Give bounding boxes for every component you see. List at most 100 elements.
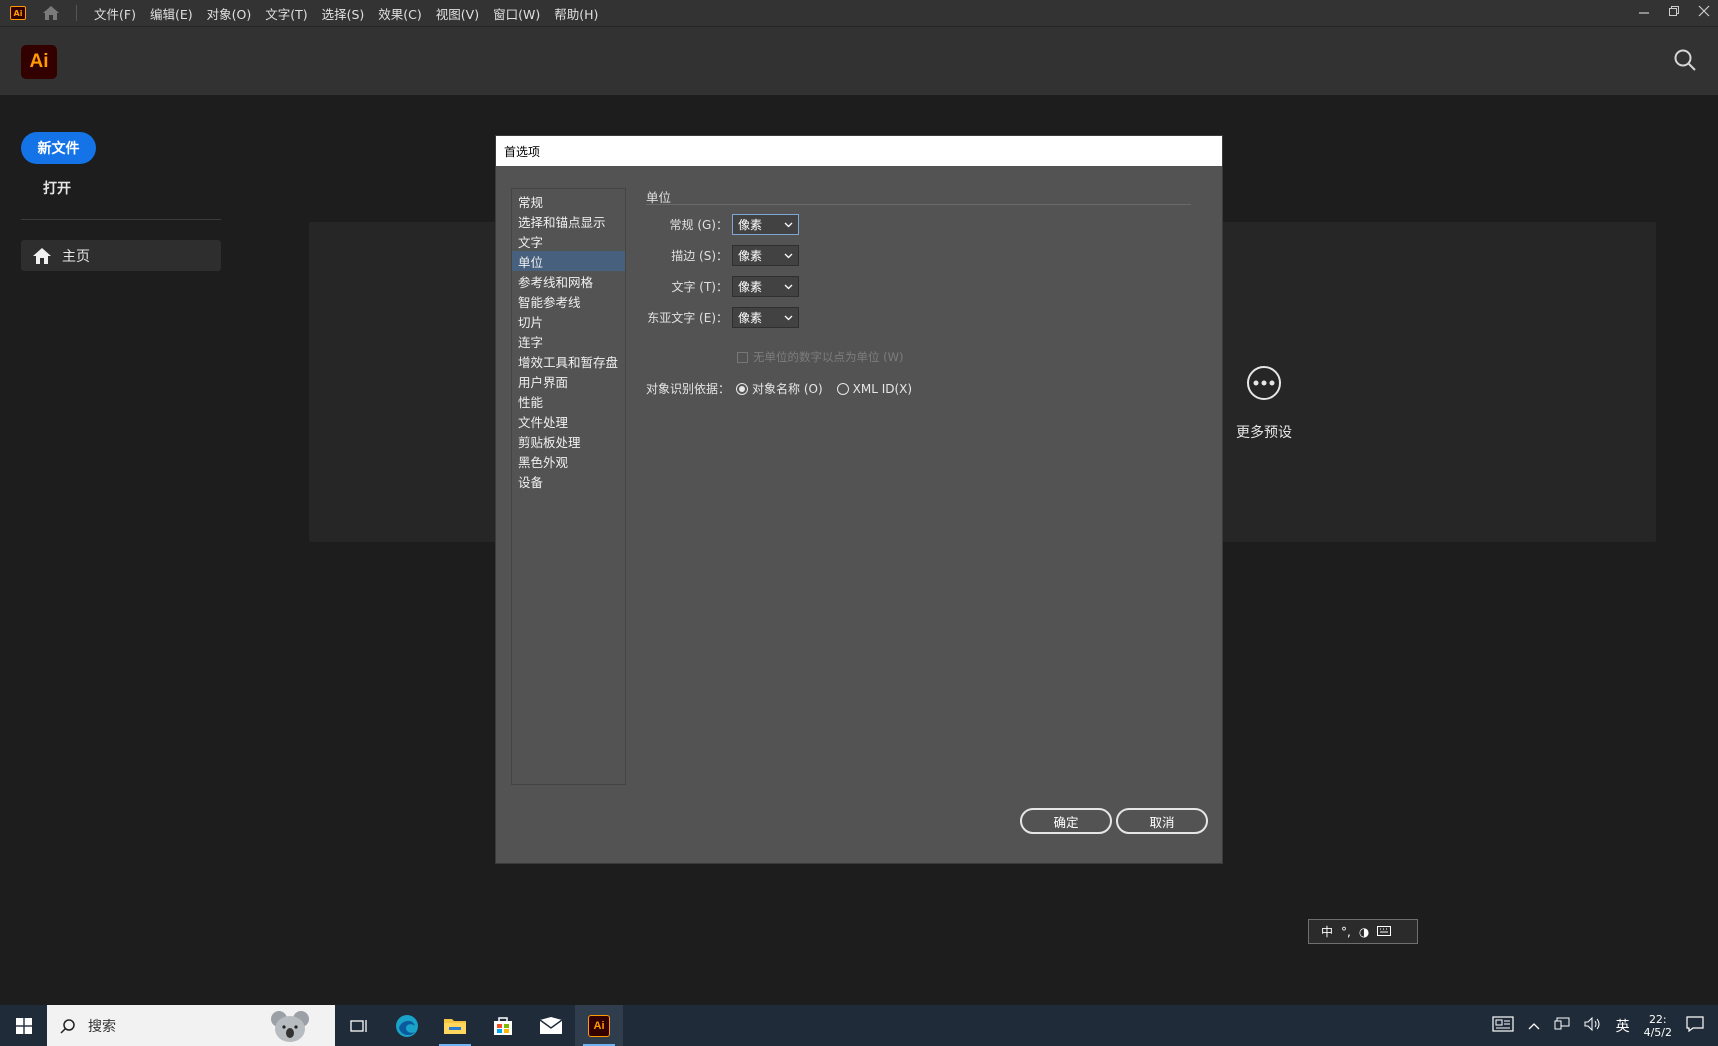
ai-logo: Ai <box>21 45 57 79</box>
category-devices[interactable]: 设备 <box>512 471 625 491</box>
volume-icon[interactable] <box>1584 1016 1602 1035</box>
search-icon[interactable] <box>1672 47 1698 73</box>
sidebar-divider <box>21 219 221 220</box>
chevron-down-icon <box>784 284 793 289</box>
category-type[interactable]: 文字 <box>512 231 625 251</box>
category-hyphenation[interactable]: 连字 <box>512 331 625 351</box>
minimize-icon[interactable] <box>1638 5 1650 17</box>
unit-label-type: 文字 (T)： <box>671 280 728 294</box>
unit-row-type: 文字 (T)： 像素 <box>646 276 799 297</box>
ime-toolbar: 中 °, ◑ <box>1308 919 1418 944</box>
news-icon[interactable] <box>1491 1015 1514 1036</box>
notification-icon[interactable] <box>1686 1015 1704 1036</box>
select-value: 像素 <box>738 218 763 232</box>
menu-effect[interactable]: 效果(C) <box>371 4 428 23</box>
close-icon[interactable] <box>1698 5 1710 17</box>
network-icon[interactable] <box>1554 1017 1570 1035</box>
chevron-up-icon[interactable] <box>1528 1018 1540 1034</box>
unit-label-stroke: 描边 (S)： <box>671 249 728 263</box>
select-value: 像素 <box>738 311 763 325</box>
menu-object[interactable]: 对象(O) <box>200 4 259 23</box>
app-header: Ai <box>0 27 1718 95</box>
taskbar: 搜索 Ai 英 22: 4/5/2 <box>0 1005 1718 1046</box>
koala-icon <box>271 1011 309 1042</box>
ok-button[interactable]: 确定 <box>1020 808 1112 834</box>
unitless-points-checkbox[interactable] <box>737 351 748 363</box>
radio-xml-id[interactable] <box>836 382 849 395</box>
cancel-button[interactable]: 取消 <box>1116 808 1208 834</box>
menu-view[interactable]: 视图(V) <box>429 4 486 23</box>
preferences-dialog: 首选项 常规 选择和锚点显示 文字 单位 参考线和网格 智能参考线 切片 连字 … <box>495 135 1223 864</box>
clock-time: 22: <box>1648 1012 1667 1026</box>
select-value: 像素 <box>738 280 763 294</box>
home-sidebar: 新文件 打开 主页 <box>0 95 240 1005</box>
unit-select-stroke[interactable]: 像素 <box>732 245 799 266</box>
open-button[interactable]: 打开 <box>43 178 71 198</box>
restore-icon[interactable] <box>1668 5 1680 17</box>
radio-object-name[interactable] <box>736 382 749 395</box>
menu-select[interactable]: 选择(S) <box>315 4 372 23</box>
select-value: 像素 <box>738 249 763 263</box>
category-plugins-scratch[interactable]: 增效工具和暂存盘 <box>512 351 625 371</box>
menu-edit[interactable]: 编辑(E) <box>143 4 200 23</box>
category-units[interactable]: 单位 <box>512 251 625 271</box>
home-icon <box>32 246 52 266</box>
category-general[interactable]: 常规 <box>512 191 625 211</box>
ime-punctuation[interactable]: °, <box>1341 925 1351 939</box>
clock-date: 4/5/2 <box>1643 1025 1672 1039</box>
keyboard-icon[interactable] <box>1377 925 1392 939</box>
category-slices[interactable]: 切片 <box>512 311 625 331</box>
menu-file[interactable]: 文件(F) <box>87 4 143 23</box>
unit-select-type[interactable]: 像素 <box>732 276 799 297</box>
radio-object-name-label[interactable]: 对象名称 (O) <box>752 380 823 397</box>
chevron-down-icon <box>784 222 793 227</box>
ime-mode[interactable]: 中 <box>1321 923 1333 940</box>
menu-window[interactable]: 窗口(W) <box>486 4 547 23</box>
mail-icon[interactable] <box>527 1005 575 1046</box>
menu-help[interactable]: 帮助(H) <box>547 4 605 23</box>
object-id-row: 对象识别依据： 对象名称 (O) XML ID(X) <box>646 380 912 397</box>
taskbar-search-label: 搜索 <box>88 1018 116 1035</box>
store-icon[interactable] <box>479 1005 527 1046</box>
unit-label-general: 常规 (G)： <box>669 218 728 232</box>
category-performance[interactable]: 性能 <box>512 391 625 411</box>
unit-row-general: 常规 (G)： 像素 <box>646 214 799 235</box>
unit-select-asian-type[interactable]: 像素 <box>732 307 799 328</box>
category-selection-anchor[interactable]: 选择和锚点显示 <box>512 211 625 231</box>
illustrator-taskbar-icon[interactable]: Ai <box>575 1005 623 1046</box>
input-language[interactable]: 英 <box>1616 1016 1630 1036</box>
menu-type[interactable]: 文字(T) <box>258 4 314 23</box>
category-list: 常规 选择和锚点显示 文字 单位 参考线和网格 智能参考线 切片 连字 增效工具… <box>511 188 626 785</box>
new-file-button[interactable]: 新文件 <box>21 132 96 164</box>
object-id-label: 对象识别依据： <box>646 382 731 396</box>
chevron-down-icon <box>784 315 793 320</box>
unit-row-asian-type: 东亚文字 (E)： 像素 <box>646 307 799 328</box>
category-file-handling[interactable]: 文件处理 <box>512 411 625 431</box>
more-icon <box>1247 366 1281 400</box>
radio-xml-id-label[interactable]: XML ID(X) <box>853 382 912 396</box>
menu-separator <box>76 5 77 21</box>
app-icon[interactable]: Ai <box>10 6 26 20</box>
file-explorer-icon[interactable] <box>431 1005 479 1046</box>
sidebar-item-home[interactable]: 主页 <box>21 240 221 271</box>
sidebar-item-label: 主页 <box>62 248 90 265</box>
dialog-title: 首选项 <box>496 136 1222 166</box>
search-icon <box>60 1018 75 1034</box>
category-guides-grid[interactable]: 参考线和网格 <box>512 271 625 291</box>
menu-bar: Ai 文件(F) 编辑(E) 对象(O) 文字(T) 选择(S) 效果(C) 视… <box>0 0 1718 27</box>
category-user-interface[interactable]: 用户界面 <box>512 371 625 391</box>
home-icon[interactable] <box>40 2 62 24</box>
taskbar-search[interactable]: 搜索 <box>47 1005 335 1046</box>
moon-icon[interactable]: ◑ <box>1359 925 1369 939</box>
clock[interactable]: 22: 4/5/2 <box>1644 1013 1672 1039</box>
more-presets-label: 更多预设 <box>1236 425 1292 441</box>
category-smart-guides[interactable]: 智能参考线 <box>512 291 625 311</box>
edge-browser-icon[interactable] <box>383 1005 431 1046</box>
task-view-icon[interactable] <box>335 1005 383 1046</box>
more-presets[interactable]: 更多预设 <box>1220 366 1308 442</box>
category-clipboard[interactable]: 剪贴板处理 <box>512 431 625 451</box>
unit-select-general[interactable]: 像素 <box>732 214 799 235</box>
category-black-appearance[interactable]: 黑色外观 <box>512 451 625 471</box>
chevron-down-icon <box>784 253 793 258</box>
windows-start-icon[interactable] <box>0 1005 47 1046</box>
